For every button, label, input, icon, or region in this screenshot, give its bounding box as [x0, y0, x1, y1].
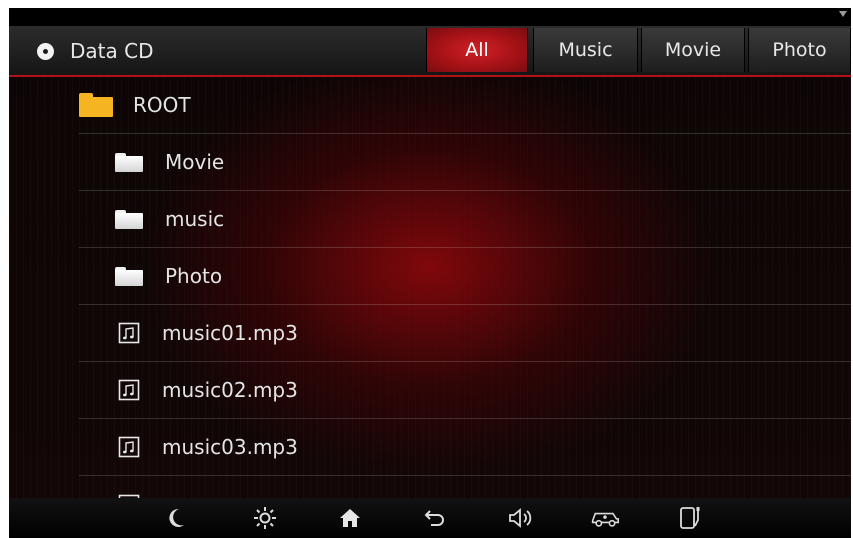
list-item-label: Movie	[165, 150, 225, 174]
home-icon	[340, 509, 360, 527]
list-item-label: Photo	[165, 264, 223, 288]
phone-connect-icon	[680, 507, 700, 529]
tab-photo-label: Photo	[772, 39, 827, 61]
volume-icon	[509, 508, 532, 528]
list-item[interactable]: music03.mp3	[79, 419, 851, 476]
list-item[interactable]: music	[79, 191, 851, 248]
list-item[interactable]: music01.mp3	[79, 305, 851, 362]
back-button[interactable]	[420, 504, 450, 532]
source-title: Data CD	[37, 37, 153, 65]
moon-button[interactable]	[162, 504, 192, 532]
list-item-label: music	[165, 207, 225, 231]
car-icon	[591, 512, 620, 527]
list-item-root[interactable]: ROOT	[79, 77, 851, 134]
source-label: Data CD	[70, 39, 154, 63]
tab-movie[interactable]: Movie	[641, 28, 745, 72]
list-item-partial[interactable]	[79, 476, 851, 498]
tab-music-label: Music	[558, 39, 613, 61]
list-item[interactable]: Movie	[79, 134, 851, 191]
dropdown-indicator-icon[interactable]	[839, 11, 847, 17]
tab-movie-label: Movie	[664, 39, 722, 61]
tab-photo[interactable]: Photo	[748, 28, 851, 72]
list-item-label: music02.mp3	[162, 378, 298, 402]
list-item[interactable]: Photo	[79, 248, 851, 305]
screen: Data CD All Music Movie Photo ROOT Movie…	[9, 8, 851, 538]
header-bar: Data CD All Music Movie Photo	[9, 26, 851, 77]
list-item[interactable]: music02.mp3	[79, 362, 851, 419]
back-icon	[424, 510, 444, 526]
bottom-bar	[9, 498, 851, 538]
folder-icon	[115, 266, 143, 286]
tab-music[interactable]: Music	[533, 28, 638, 72]
brightness-icon	[254, 507, 276, 529]
disc-icon	[37, 42, 54, 60]
phone-connect-button[interactable]	[676, 504, 706, 532]
home-button[interactable]	[335, 504, 365, 532]
file-list: ROOT Movie music Photo music01.mp3 music…	[9, 77, 851, 498]
folder-icon	[115, 152, 143, 172]
music-file-icon	[118, 436, 140, 458]
list-item-label: music01.mp3	[162, 321, 298, 345]
car-button[interactable]	[590, 504, 620, 532]
tab-all[interactable]: All	[426, 28, 528, 72]
folder-icon	[115, 209, 143, 229]
brightness-button[interactable]	[250, 504, 280, 532]
tab-all-label: All	[465, 39, 489, 61]
volume-button[interactable]	[506, 504, 536, 532]
music-file-icon	[118, 322, 140, 344]
moon-icon	[169, 508, 184, 527]
music-file-icon	[118, 379, 140, 401]
list-item-label: music03.mp3	[162, 435, 298, 459]
folder-icon	[79, 93, 113, 117]
status-strip	[9, 8, 851, 26]
list-item-label: ROOT	[133, 93, 191, 117]
